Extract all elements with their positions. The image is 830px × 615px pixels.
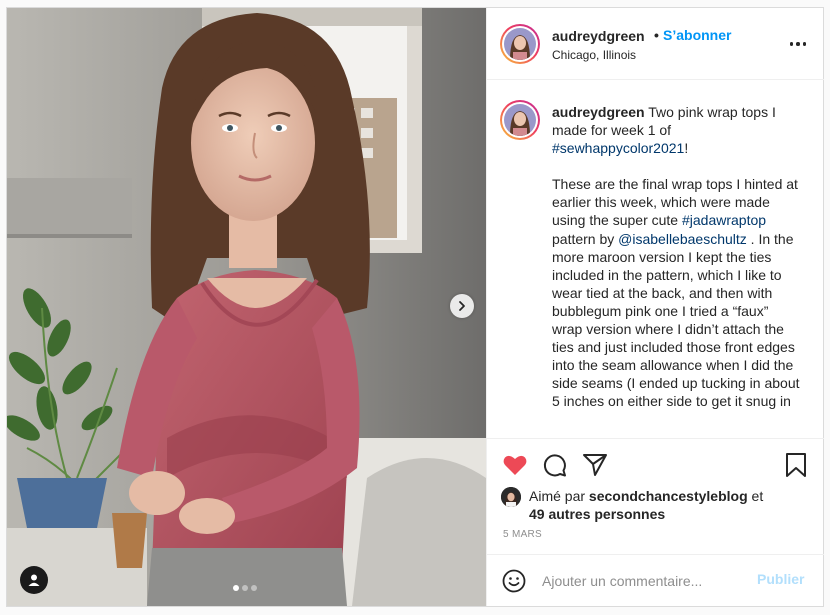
caption-body-3: . In the more maroon version I kept the … xyxy=(552,230,800,410)
bookmark-icon[interactable] xyxy=(782,451,810,479)
speech-bubble-icon[interactable] xyxy=(541,451,569,479)
comment-input[interactable] xyxy=(542,565,742,597)
user-tag-icon xyxy=(28,574,40,586)
post-header: audreydgreen • S’abonner Chicago, Illino… xyxy=(487,8,824,80)
paper-plane-icon[interactable] xyxy=(581,451,609,479)
post-caption: audreydgreen Two pink wrap tops I made f… xyxy=(552,103,802,411)
likes-joiner: et xyxy=(747,488,764,504)
more-horizontal-icon xyxy=(789,42,794,46)
hashtag-link[interactable]: #jadawraptop xyxy=(682,212,766,228)
next-slide-button[interactable] xyxy=(450,294,474,318)
chevron-right-icon xyxy=(459,301,465,311)
caption-username-link[interactable]: audreydgreen xyxy=(552,104,645,120)
author-avatar-image xyxy=(504,28,536,60)
follow-button[interactable]: S’abonner xyxy=(663,27,731,43)
other-likers-link[interactable]: 49 autres personnes xyxy=(529,506,665,522)
publish-comment-button[interactable]: Publier xyxy=(757,571,804,587)
likes-prefix: Aimé par xyxy=(529,488,589,504)
caption-author-avatar[interactable] xyxy=(500,100,540,140)
post-details-panel: audreydgreen • S’abonner Chicago, Illino… xyxy=(486,8,824,606)
smiley-icon[interactable] xyxy=(502,569,526,593)
post-media[interactable] xyxy=(7,8,486,606)
location-link[interactable]: Chicago, Illinois xyxy=(552,48,636,62)
carousel-dot xyxy=(242,585,248,591)
carousel-indicator xyxy=(233,585,257,591)
tagged-users-button[interactable] xyxy=(20,566,48,594)
carousel-dot xyxy=(251,585,257,591)
post-date[interactable]: 5 MARS xyxy=(503,529,542,540)
comment-composer: Publier xyxy=(487,554,824,606)
author-username-link[interactable]: audreydgreen xyxy=(552,28,645,44)
caption-body-2: pattern by xyxy=(552,230,619,247)
carousel-dot-active xyxy=(233,585,239,591)
caption-avatar-image xyxy=(504,104,536,136)
author-avatar[interactable] xyxy=(500,24,540,64)
liker-username-link[interactable]: secondchancestyleblog xyxy=(589,488,748,504)
liker-avatar[interactable] xyxy=(501,487,521,507)
hashtag-link[interactable]: #sewhappycolor2021 xyxy=(552,140,684,156)
post-card: audreydgreen • S’abonner Chicago, Illino… xyxy=(6,7,824,607)
likes-summary: Aimé par secondchancestyleblog et 49 aut… xyxy=(501,487,804,523)
comments-area[interactable]: audreydgreen Two pink wrap tops I made f… xyxy=(487,80,824,438)
heart-filled-icon[interactable] xyxy=(501,451,529,479)
action-bar: Aimé par secondchancestyleblog et 49 aut… xyxy=(487,438,824,554)
mention-link[interactable]: @isabellebaeschultz xyxy=(618,231,747,247)
caption-intro-end: ! xyxy=(684,140,689,157)
more-options-button[interactable] xyxy=(788,34,808,54)
follow-separator: • xyxy=(654,27,659,43)
post-photo xyxy=(7,8,486,606)
